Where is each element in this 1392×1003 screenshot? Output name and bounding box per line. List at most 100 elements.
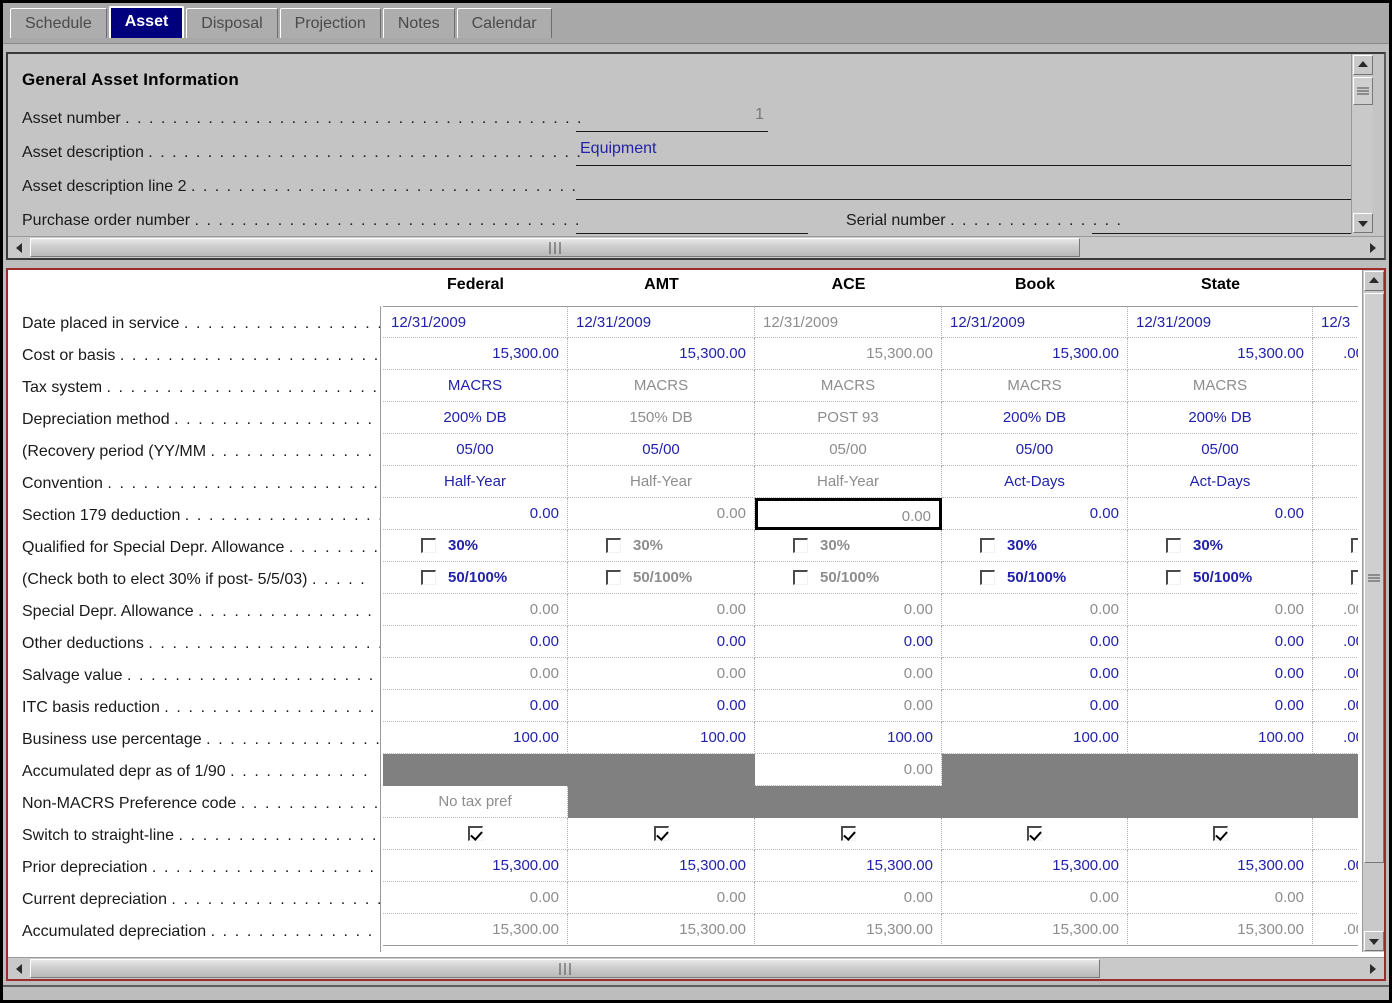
top-panel-horizontal-scrollbar[interactable] [8,236,1384,258]
grid-scroll-right-arrow-icon[interactable] [1363,959,1383,978]
grid-cell[interactable]: 0.00 [755,594,942,626]
checkbox-icon[interactable] [606,570,621,585]
grid-cell[interactable] [1313,882,1358,914]
checkbox-icon[interactable] [841,826,856,841]
top-panel-scroll-thumb[interactable] [1353,77,1373,105]
grid-cell[interactable] [942,818,1128,850]
grid-cell[interactable] [1313,402,1358,434]
checkbox-icon[interactable] [793,538,808,553]
grid-cell[interactable] [1128,754,1313,786]
grid-cell[interactable]: 0.00 [755,882,942,914]
grid-cell[interactable]: Half-Year [755,466,942,498]
grid-cell[interactable]: Act-Days [1128,466,1313,498]
grid-cell[interactable]: 100.00 [755,722,942,754]
grid-cell[interactable]: 0.00 [755,754,942,786]
checkbox-icon[interactable] [654,826,669,841]
top-panel-vertical-scrollbar[interactable] [1351,54,1373,234]
grid-cell[interactable]: 05/00 [1128,434,1313,466]
grid-horizontal-scrollbar[interactable] [8,957,1384,979]
grid-cell[interactable]: 15,300.00 [942,850,1128,882]
grid-cell[interactable]: MACRS [383,370,568,402]
grid-cell[interactable]: MACRS [755,370,942,402]
grid-cell[interactable]: MACRS [1128,370,1313,402]
grid-cell[interactable]: 0.00 [568,594,755,626]
grid-cell[interactable]: 0.00 [383,626,568,658]
grid-cell[interactable]: Act-Days [942,466,1128,498]
grid-cell[interactable]: 15,300.00 [1128,338,1313,370]
grid-cell[interactable]: 0.00 [568,658,755,690]
checkbox-icon[interactable] [1027,826,1042,841]
grid-cell[interactable]: 0.00 [568,626,755,658]
grid-cell[interactable] [1313,562,1358,594]
grid-cell[interactable] [568,818,755,850]
grid-cell[interactable]: 30% [942,530,1128,562]
grid-cell[interactable]: 15,300.00 [383,850,568,882]
grid-cell[interactable]: 150% DB [568,402,755,434]
grid-cell[interactable]: No tax pref [383,786,568,818]
grid-cell[interactable]: 0.00 [942,658,1128,690]
grid-cell[interactable]: 30% [568,530,755,562]
grid-cell[interactable]: 12/31/2009 [1128,306,1313,338]
grid-cell[interactable]: Half-Year [568,466,755,498]
grid-cell[interactable]: 12/31/2009 [755,306,942,338]
grid-cell[interactable]: 0.00 [383,690,568,722]
grid-cell[interactable]: 12/31/2009 [383,306,568,338]
checkbox-icon[interactable] [980,538,995,553]
grid-cell[interactable] [1313,434,1358,466]
grid-scroll-left-arrow-icon[interactable] [9,959,29,978]
grid-cell[interactable]: 0.00 [1128,594,1313,626]
grid-cell[interactable]: MACRS [568,370,755,402]
grid-cell[interactable]: 0.00 [383,882,568,914]
grid-cell[interactable] [1313,466,1358,498]
grid-cell[interactable]: 0.00 [1128,626,1313,658]
grid-cell[interactable]: 0.00 [383,498,568,530]
grid-cell[interactable]: 50/100% [755,562,942,594]
grid-cell[interactable] [568,754,755,786]
tab-disposal[interactable]: Disposal [186,8,277,38]
grid-cell[interactable]: 0.00 [942,594,1128,626]
grid-cell[interactable]: 15,300.00 [568,914,755,946]
grid-cell[interactable]: 0.00 [568,690,755,722]
grid-cell[interactable]: 15,300.00 [383,914,568,946]
grid-cell[interactable]: 0.00 [942,626,1128,658]
grid-cell[interactable] [383,754,568,786]
grid-cell[interactable]: 100.00 [568,722,755,754]
grid-cell[interactable]: POST 93 [755,402,942,434]
grid-cell[interactable]: 0.00 [755,626,942,658]
grid-cell[interactable]: 0.00 [568,882,755,914]
grid-cell[interactable] [568,786,755,818]
field-value[interactable]: 1 [576,106,764,124]
grid-cell[interactable]: .00 [1313,658,1358,690]
grid-cell[interactable]: .00 [1313,626,1358,658]
tab-schedule[interactable]: Schedule [10,8,107,38]
grid-cell[interactable]: 0.00 [755,658,942,690]
grid-cell[interactable]: 200% DB [383,402,568,434]
tab-asset[interactable]: Asset [109,6,185,38]
grid-cell[interactable] [1313,498,1358,530]
grid-cell[interactable]: .00 [1313,850,1358,882]
grid-cell[interactable]: MACRS [942,370,1128,402]
grid-cell[interactable] [1313,754,1358,786]
grid-cell[interactable]: 200% DB [942,402,1128,434]
grid-cell[interactable]: 0.00 [755,690,942,722]
grid-cell[interactable]: 50/100% [942,562,1128,594]
grid-cell[interactable]: 0.00 [1128,882,1313,914]
grid-cell[interactable]: 15,300.00 [383,338,568,370]
tab-projection[interactable]: Projection [280,8,381,38]
grid-cell[interactable]: 0.00 [942,882,1128,914]
grid-cell[interactable] [383,818,568,850]
scroll-left-arrow-icon[interactable] [9,238,29,257]
grid-cell[interactable]: 15,300.00 [942,338,1128,370]
grid-cell[interactable]: 05/00 [383,434,568,466]
grid-cell[interactable]: 0.00 [1128,658,1313,690]
grid-scroll-up-arrow-icon[interactable] [1364,271,1384,291]
grid-cell[interactable]: 50/100% [383,562,568,594]
grid-cell[interactable]: 15,300.00 [755,338,942,370]
scroll-right-arrow-icon[interactable] [1363,238,1383,257]
grid-cell[interactable] [1313,786,1358,818]
grid-cell[interactable]: 100.00 [383,722,568,754]
grid-cell[interactable]: 15,300.00 [568,850,755,882]
grid-cell[interactable]: Half-Year [383,466,568,498]
checkbox-icon[interactable] [1351,538,1358,553]
grid-cell[interactable]: 30% [1128,530,1313,562]
